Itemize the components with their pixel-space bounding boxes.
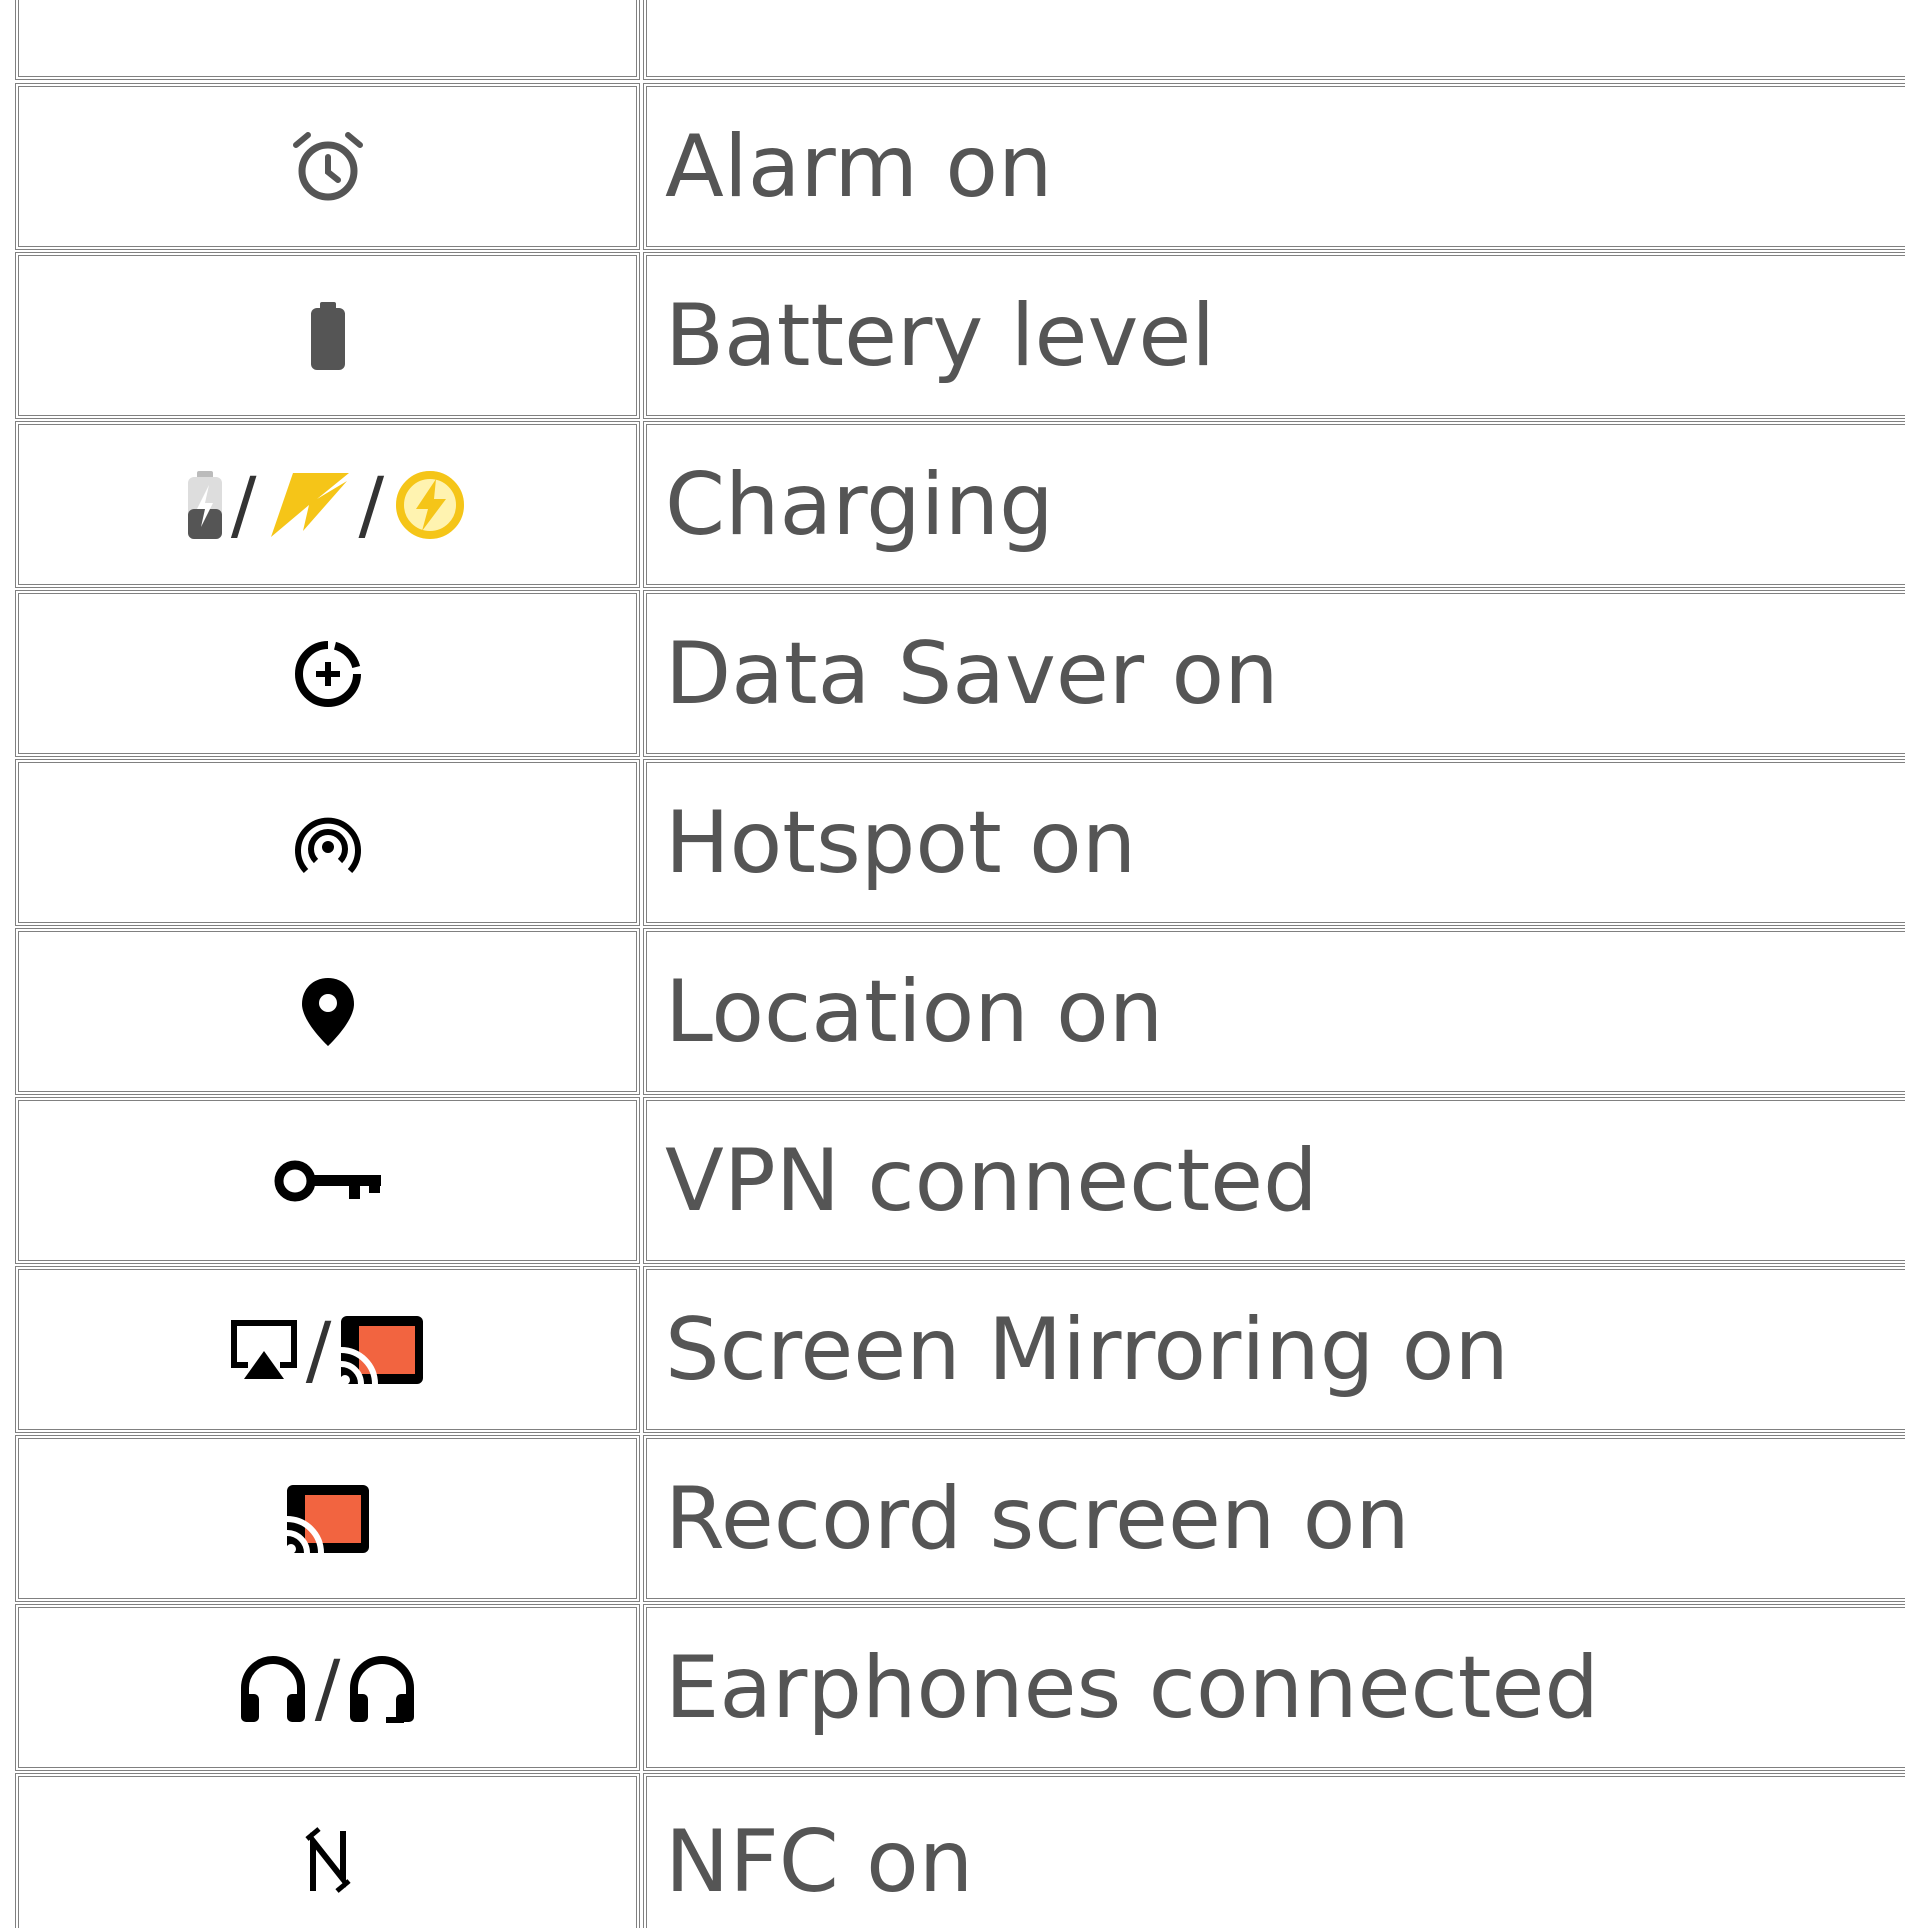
icon-cell: [15, 0, 640, 80]
airplay-icon: [228, 1317, 300, 1383]
vpn-key-icon: [273, 1153, 383, 1209]
icon-cell: [15, 1435, 640, 1602]
table-row: / Earphones connected: [15, 1604, 1905, 1771]
table-row: [15, 0, 1905, 80]
icon-cell: [15, 1773, 640, 1928]
status-icon-table: Alarm on Battery level / / Charging Data…: [0, 0, 1905, 1928]
icon-cell: [15, 1097, 640, 1264]
icon-cell: / /: [15, 421, 640, 588]
icon-cell: [15, 759, 640, 926]
separator: /: [305, 1304, 332, 1394]
table-row: / Screen Mirroring on: [15, 1266, 1905, 1433]
label-cell: NFC on: [643, 1773, 1905, 1928]
battery-charging-icon: [185, 469, 225, 541]
table-row: / / Charging: [15, 421, 1905, 588]
charging-circle-icon: [390, 465, 470, 545]
table-row: Hotspot on: [15, 759, 1905, 926]
icon-cell: /: [15, 1604, 640, 1771]
row-label: Data Saver on: [665, 623, 1279, 724]
row-label: Battery level: [665, 285, 1216, 386]
icon-cell: [15, 252, 640, 419]
cast-icon: [283, 1481, 373, 1557]
table-row: Location on: [15, 928, 1905, 1095]
row-label: Screen Mirroring on: [665, 1299, 1509, 1400]
table-row: Record screen on: [15, 1435, 1905, 1602]
row-label: Alarm on: [665, 116, 1053, 217]
location-pin-icon: [300, 976, 356, 1048]
lightning-icon: [263, 469, 353, 541]
data-saver-icon: [293, 639, 363, 709]
alarm-icon: [288, 127, 368, 207]
separator: /: [314, 1642, 341, 1732]
label-cell: Record screen on: [643, 1435, 1905, 1602]
label-cell: Data Saver on: [643, 590, 1905, 757]
table-row: Battery level: [15, 252, 1905, 419]
nfc-icon: [304, 1827, 351, 1893]
separator: /: [358, 459, 385, 549]
table-row: Data Saver on: [15, 590, 1905, 757]
icon-cell: [15, 928, 640, 1095]
icon-cell: [15, 83, 640, 250]
cast-icon: [337, 1312, 427, 1388]
row-label: Hotspot on: [665, 792, 1137, 893]
row-label: Record screen on: [665, 1468, 1410, 1569]
headphones-icon: [237, 1652, 309, 1724]
headset-icon: [346, 1652, 418, 1724]
label-cell: Hotspot on: [643, 759, 1905, 926]
label-cell: Charging: [643, 421, 1905, 588]
row-label: Earphones connected: [665, 1637, 1599, 1738]
row-label: VPN connected: [665, 1130, 1318, 1231]
row-label: Location on: [665, 961, 1164, 1062]
hotspot-icon: [292, 811, 364, 875]
label-cell: VPN connected: [643, 1097, 1905, 1264]
table-row: Alarm on: [15, 83, 1905, 250]
label-cell: Alarm on: [643, 83, 1905, 250]
row-label: NFC on: [665, 1812, 974, 1912]
row-label: Charging: [665, 454, 1054, 555]
separator: /: [230, 459, 257, 549]
table-row: NFC on: [15, 1773, 1905, 1928]
table-row: VPN connected: [15, 1097, 1905, 1264]
label-cell: Location on: [643, 928, 1905, 1095]
label-cell: Battery level: [643, 252, 1905, 419]
label-cell: [643, 0, 1905, 80]
label-cell: Screen Mirroring on: [643, 1266, 1905, 1433]
icon-cell: [15, 590, 640, 757]
icon-cell: /: [15, 1266, 640, 1433]
label-cell: Earphones connected: [643, 1604, 1905, 1771]
battery-icon: [308, 300, 348, 372]
